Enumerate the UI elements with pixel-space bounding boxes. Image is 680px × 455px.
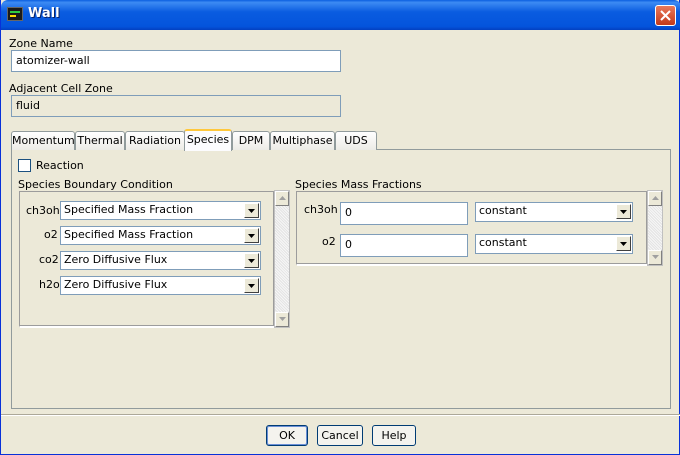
- arrow-down-icon: [652, 255, 659, 259]
- tab-dpm[interactable]: DPM: [232, 131, 270, 150]
- tab-species[interactable]: Species: [184, 129, 232, 151]
- tab-thermal[interactable]: Thermal: [75, 131, 125, 150]
- boundary-condition-select[interactable]: Zero Diffusive Flux: [60, 251, 261, 270]
- scroll-down-button[interactable]: [275, 312, 289, 327]
- arrow-down-icon: [279, 317, 286, 321]
- boundary-condition-value: Specified Mass Fraction: [64, 203, 194, 216]
- tab-panel-species: Reaction Species Boundary Condition ch3o…: [11, 149, 671, 409]
- zone-name-input[interactable]: atomizer-wall: [11, 50, 341, 72]
- help-button[interactable]: Help: [372, 425, 416, 446]
- adjacent-cell-zone-field: fluid: [11, 95, 341, 117]
- chevron-down-icon[interactable]: [616, 236, 631, 251]
- close-icon: [660, 10, 671, 21]
- boundary-condition-value: Specified Mass Fraction: [64, 228, 194, 241]
- adjacent-cell-zone-label: Adjacent Cell Zone: [9, 82, 113, 95]
- arrow-up-icon: [652, 196, 659, 200]
- species-mass-fractions-title: Species Mass Fractions: [295, 178, 422, 191]
- species-boundary-title: Species Boundary Condition: [18, 178, 173, 191]
- mass-fraction-method-select[interactable]: constant: [475, 202, 633, 222]
- boundary-condition-select[interactable]: Specified Mass Fraction: [60, 226, 261, 245]
- species-label: ch3oh: [304, 203, 338, 216]
- close-button[interactable]: [655, 5, 676, 26]
- ok-button[interactable]: OK: [266, 425, 308, 446]
- boundary-condition-value: Zero Diffusive Flux: [64, 278, 168, 291]
- mass-fraction-input[interactable]: 0: [340, 202, 468, 225]
- arrow-up-icon: [279, 196, 286, 200]
- species-mass-fractions-scrollbar[interactable]: [647, 190, 663, 266]
- chevron-down-icon[interactable]: [244, 278, 259, 293]
- tab-multiphase[interactable]: Multiphase: [270, 131, 335, 150]
- mass-fraction-input[interactable]: 0: [340, 234, 468, 257]
- tab-uds[interactable]: UDS: [335, 131, 377, 150]
- title-bar[interactable]: Wall: [1, 0, 680, 30]
- mass-fraction-method-select[interactable]: constant: [475, 234, 633, 254]
- reaction-checkbox[interactable]: [18, 159, 31, 172]
- boundary-condition-select[interactable]: Specified Mass Fraction: [60, 201, 261, 220]
- species-boundary-scrollbar[interactable]: [274, 190, 290, 328]
- window-title: Wall: [28, 6, 60, 21]
- button-bar-divider: [1, 414, 680, 416]
- scroll-up-button[interactable]: [275, 191, 289, 206]
- cancel-button[interactable]: Cancel: [317, 425, 363, 446]
- species-label: h2o: [39, 278, 60, 291]
- mass-fraction-method-value: constant: [479, 204, 527, 217]
- boundary-condition-select[interactable]: Zero Diffusive Flux: [60, 276, 261, 295]
- fluent-app-icon: [7, 7, 23, 21]
- scroll-up-button[interactable]: [648, 191, 662, 206]
- chevron-down-icon[interactable]: [244, 253, 259, 268]
- scroll-down-button[interactable]: [648, 250, 662, 265]
- tab-momentum[interactable]: Momentum: [11, 131, 75, 150]
- mass-fraction-method-value: constant: [479, 236, 527, 249]
- reaction-label: Reaction: [36, 159, 84, 172]
- species-label: ch3oh: [26, 204, 60, 217]
- chevron-down-icon[interactable]: [616, 204, 631, 219]
- species-label: o2: [322, 235, 336, 248]
- species-label: co2: [39, 253, 59, 266]
- boundary-condition-value: Zero Diffusive Flux: [64, 253, 168, 266]
- chevron-down-icon[interactable]: [244, 228, 259, 243]
- zone-name-label: Zone Name: [9, 37, 73, 50]
- tab-radiation[interactable]: Radiation: [125, 131, 185, 150]
- chevron-down-icon[interactable]: [244, 203, 259, 218]
- wall-dialog: Wall Zone Name atomizer-wall Adjacent Ce…: [0, 0, 680, 455]
- species-label: o2: [44, 228, 58, 241]
